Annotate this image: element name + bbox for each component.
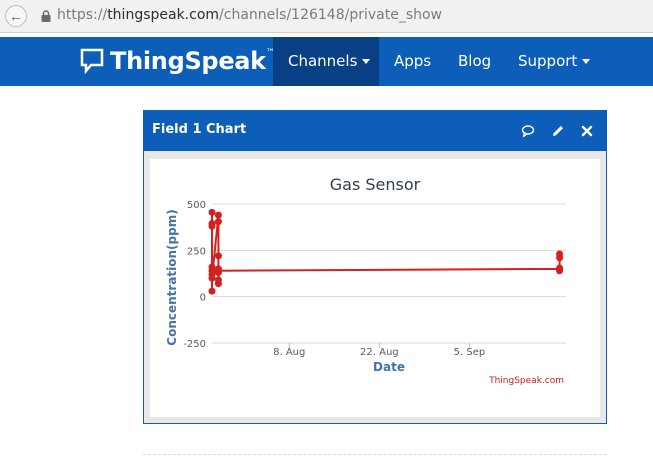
x-tick-label: 5. Sep: [454, 347, 486, 358]
data-point: [208, 222, 216, 230]
speech-bubble-logo-icon: [80, 48, 104, 74]
nav-blog-label: Blog: [458, 52, 492, 70]
y-axis-label: Concentration(ppm): [165, 209, 179, 345]
comment-icon[interactable]: [521, 124, 535, 138]
data-point: [214, 218, 222, 226]
y-tick-label: 500: [187, 200, 206, 211]
nav-channels[interactable]: Channels: [273, 37, 379, 86]
series-line: [211, 211, 561, 293]
browser-address-bar: ← https://thingspeak.com/channels/126148…: [0, 0, 653, 33]
nav-apps[interactable]: Apps: [394, 37, 431, 86]
close-icon[interactable]: [580, 124, 594, 138]
nav-apps-label: Apps: [394, 52, 432, 70]
panel-header: Field 1 Chart: [144, 111, 606, 151]
y-tick-label: 250: [187, 246, 206, 257]
field-chart-panel: Field 1 Chart Gas Sensor 500 250 0 -250 8. Au…: [143, 110, 607, 424]
caret-down-icon: [362, 59, 371, 64]
data-point: [214, 211, 222, 219]
url-scheme: https://: [57, 7, 108, 23]
data-point: [208, 274, 216, 282]
y-tick-label: -250: [183, 339, 206, 350]
gas-sensor-chart: Gas Sensor 500 250 0 -250 8. Aug 22. Aug 5. Sep…: [165, 175, 566, 386]
pencil-icon[interactable]: [551, 124, 565, 138]
back-arrow-icon[interactable]: ←: [5, 5, 27, 27]
site-navbar: ThingSpeak ™ Channels Apps Blog Support: [0, 37, 653, 86]
brand-name: ThingSpeak: [110, 47, 266, 75]
panel-title: Field 1 Chart: [152, 122, 247, 137]
nav-support-label: Support: [518, 52, 578, 70]
divider: [143, 454, 607, 455]
url-host: thingspeak.com: [107, 7, 220, 23]
nav-channels-label: Channels: [288, 52, 358, 70]
x-tick-label: 22. Aug: [360, 347, 399, 358]
data-point: [208, 287, 216, 295]
caret-down-icon: [582, 59, 591, 64]
chart-area: Gas Sensor 500 250 0 -250 8. Aug 22. Aug 5. Sep…: [150, 159, 600, 417]
y-tick-label: 0: [200, 293, 206, 304]
thingspeak-logo[interactable]: ThingSpeak ™: [80, 47, 275, 75]
data-point: [556, 264, 564, 272]
url-path: /channels/126148/private_show: [219, 7, 442, 23]
chart-title: Gas Sensor: [330, 175, 421, 194]
url-field[interactable]: https://thingspeak.com/channels/126148/p…: [57, 7, 442, 23]
x-tick-label: 8. Aug: [273, 347, 305, 358]
data-point: [556, 254, 564, 262]
lock-icon: [41, 10, 51, 22]
x-axis-label: Date: [373, 360, 405, 374]
chart-credit: ThingSpeak.com: [488, 376, 564, 386]
data-point: [214, 276, 222, 284]
nav-blog[interactable]: Blog: [458, 37, 491, 86]
data-point: [214, 267, 222, 275]
data-point: [214, 252, 222, 260]
data-point: [208, 263, 216, 271]
data-point: [208, 208, 216, 216]
nav-support[interactable]: Support: [518, 37, 591, 86]
